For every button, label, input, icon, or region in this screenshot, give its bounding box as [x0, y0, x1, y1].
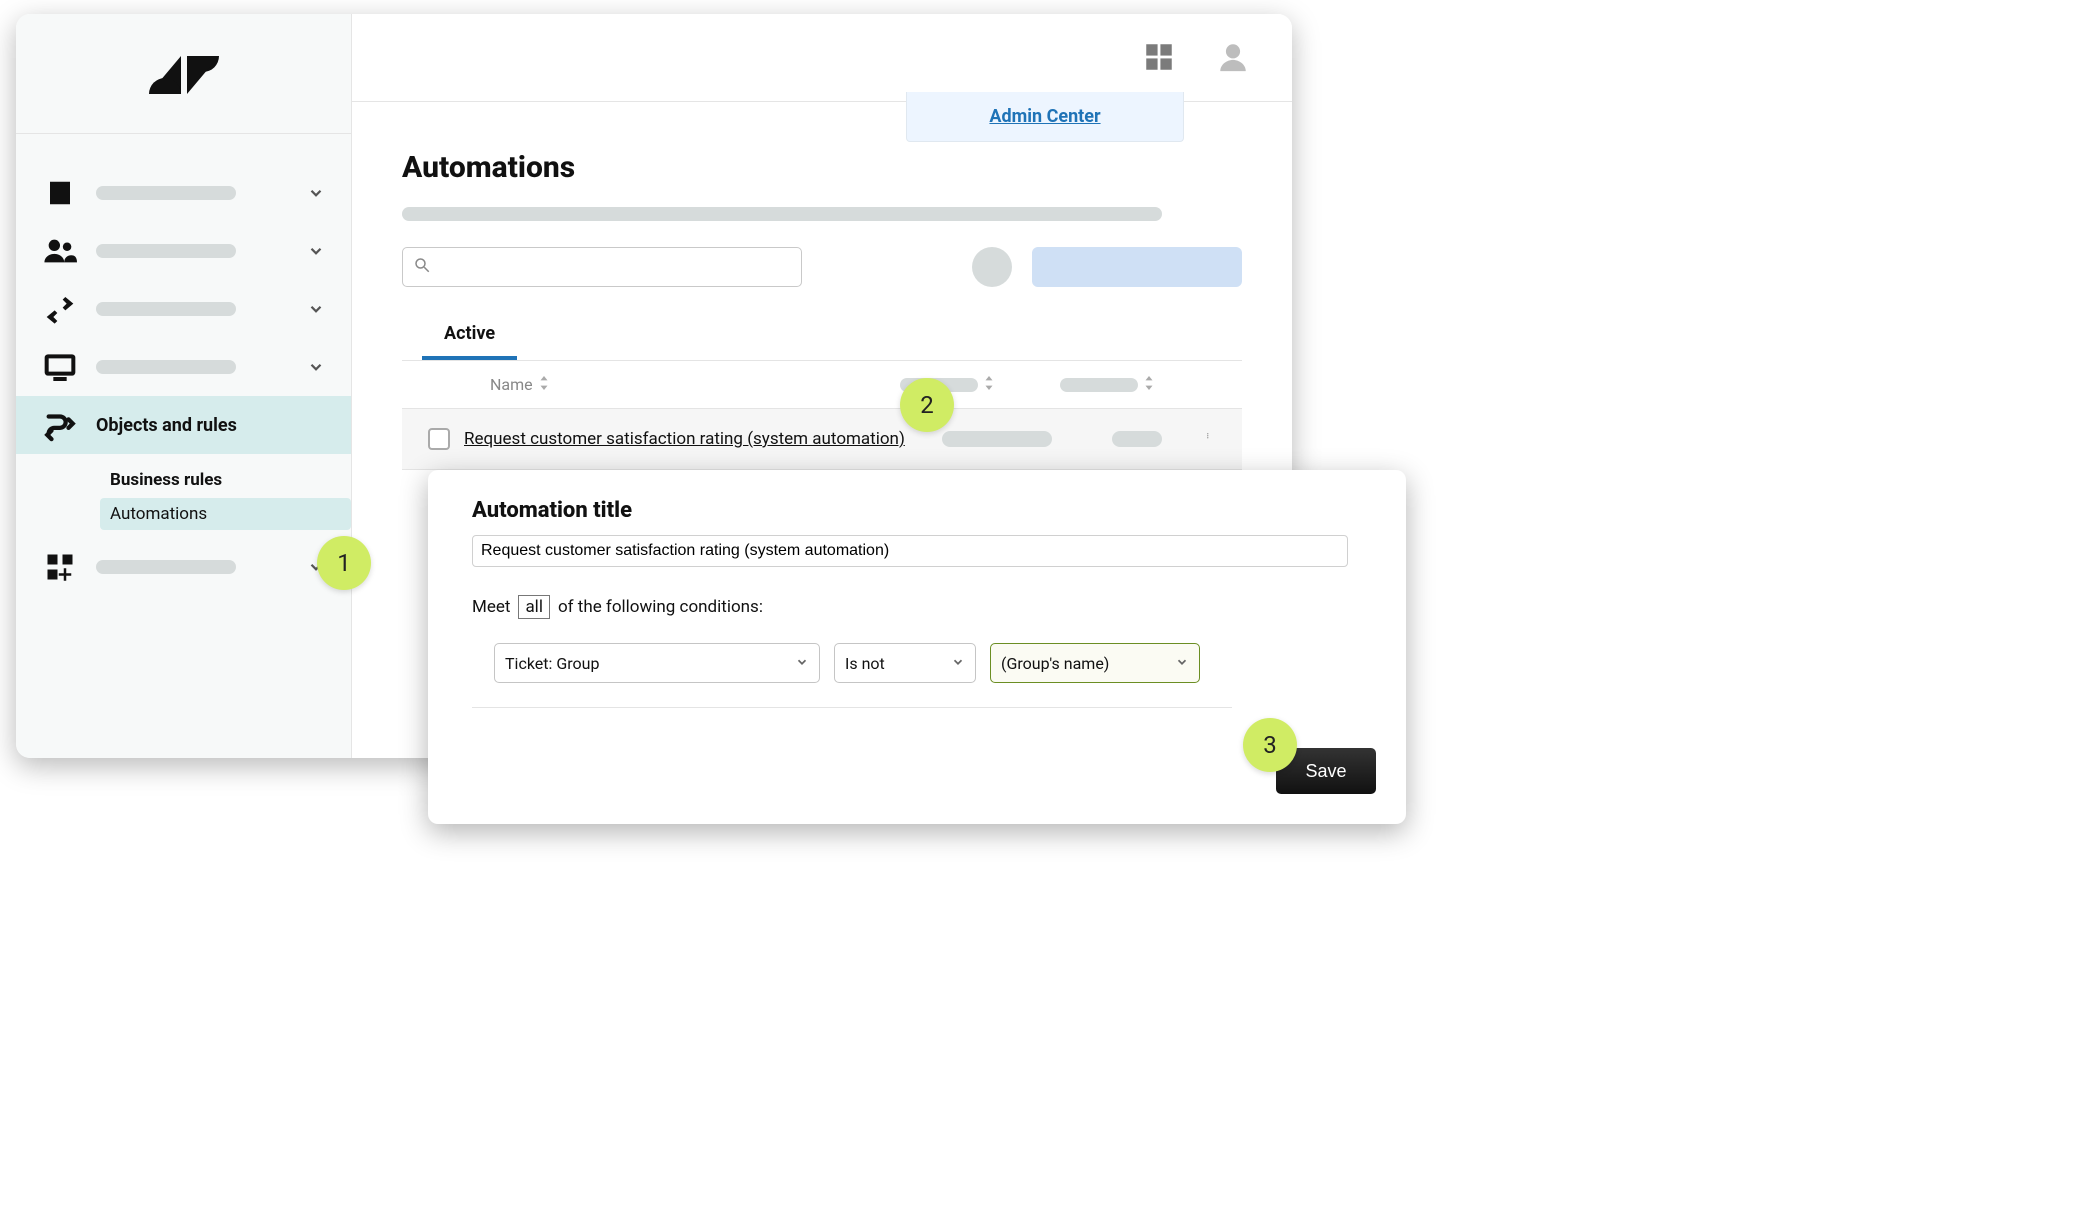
condition-field-select[interactable]: Ticket: Group [494, 643, 820, 683]
sidebar-subheading-business-rules: Business rules [100, 462, 351, 498]
chevron-down-icon [1175, 654, 1189, 673]
sidebar-label-placeholder [96, 186, 236, 200]
user-profile-icon[interactable] [1216, 40, 1252, 76]
table-header: Name [402, 361, 1242, 409]
automations-table: Name [402, 361, 1242, 470]
filter-placeholder[interactable] [972, 247, 1012, 287]
sort-icon [539, 375, 551, 394]
row-actions-menu[interactable] [1190, 425, 1230, 453]
chevron-down-icon [795, 654, 809, 673]
sidebar-nav: Objects and rules Business rules Automat… [16, 134, 351, 596]
callout-1: 1 [317, 536, 371, 590]
page-title: Automations [402, 150, 1242, 185]
chevron-down-icon [307, 358, 325, 376]
sort-icon [1144, 375, 1156, 394]
sidebar-label-placeholder [96, 560, 236, 574]
page-body: Automations Active [352, 102, 1292, 470]
tabs: Active [402, 311, 1242, 361]
sidebar-item-objects-and-rules[interactable]: Objects and rules [16, 396, 351, 454]
product-switcher-icon[interactable] [1142, 40, 1178, 76]
sort-icon [984, 375, 996, 394]
sidebar-label-placeholder [96, 360, 236, 374]
workflow-icon [42, 407, 78, 443]
tab-active[interactable]: Active [422, 311, 517, 360]
cell-placeholder [1112, 431, 1162, 447]
sidebar-item-workspace[interactable] [16, 338, 351, 396]
sidebar-label-placeholder [96, 244, 236, 258]
sidebar: Objects and rules Business rules Automat… [16, 14, 352, 758]
search-icon [413, 256, 431, 278]
monitor-icon [42, 349, 78, 385]
chevron-down-icon [951, 654, 965, 673]
callout-3: 3 [1243, 718, 1297, 772]
add-button-placeholder[interactable] [1032, 247, 1242, 287]
search-input[interactable] [439, 258, 791, 276]
building-icon [42, 175, 78, 211]
sidebar-label-placeholder [96, 302, 236, 316]
conditions-label: Meet all of the following conditions: [472, 595, 1362, 619]
condition-row: Ticket: Group Is not (Group's name) [472, 643, 1232, 708]
admin-center-link[interactable]: Admin Center [989, 106, 1100, 127]
search-box[interactable] [402, 247, 802, 287]
sidebar-item-channels[interactable] [16, 280, 351, 338]
condition-value-select[interactable]: (Group's name) [990, 643, 1200, 683]
sidebar-item-apps[interactable] [16, 538, 351, 596]
condition-operator-select[interactable]: Is not [834, 643, 976, 683]
cell-placeholder [942, 431, 1052, 447]
sidebar-subgroup: Business rules Automations [16, 454, 351, 538]
people-icon [42, 233, 78, 269]
chevron-down-icon [307, 184, 325, 202]
column-placeholder[interactable] [1060, 375, 1190, 394]
row-checkbox[interactable] [414, 428, 464, 450]
automation-title-input[interactable] [472, 535, 1348, 567]
callout-2: 2 [900, 378, 954, 432]
arrows-icon [42, 291, 78, 327]
toolbar [402, 247, 1242, 287]
editor-heading: Automation title [472, 498, 1362, 523]
table-row[interactable]: Request customer satisfaction rating (sy… [402, 409, 1242, 470]
chevron-down-icon [307, 300, 325, 318]
zendesk-logo [16, 14, 351, 134]
sidebar-item-people[interactable] [16, 222, 351, 280]
description-placeholder [402, 207, 1162, 221]
admin-center-tab[interactable]: Admin Center [906, 92, 1184, 142]
conditions-mode-select[interactable]: all [518, 595, 550, 619]
sidebar-subitem-automations[interactable]: Automations [100, 498, 351, 530]
automation-editor-panel: Automation title Meet all of the followi… [428, 470, 1406, 824]
column-name[interactable]: Name [464, 375, 884, 394]
topbar [352, 14, 1292, 102]
row-name-link[interactable]: Request customer satisfaction rating (sy… [464, 429, 924, 449]
chevron-down-icon [307, 242, 325, 260]
apps-add-icon [42, 549, 78, 585]
sidebar-item-workspaces[interactable] [16, 164, 351, 222]
sidebar-item-label: Objects and rules [96, 415, 237, 436]
